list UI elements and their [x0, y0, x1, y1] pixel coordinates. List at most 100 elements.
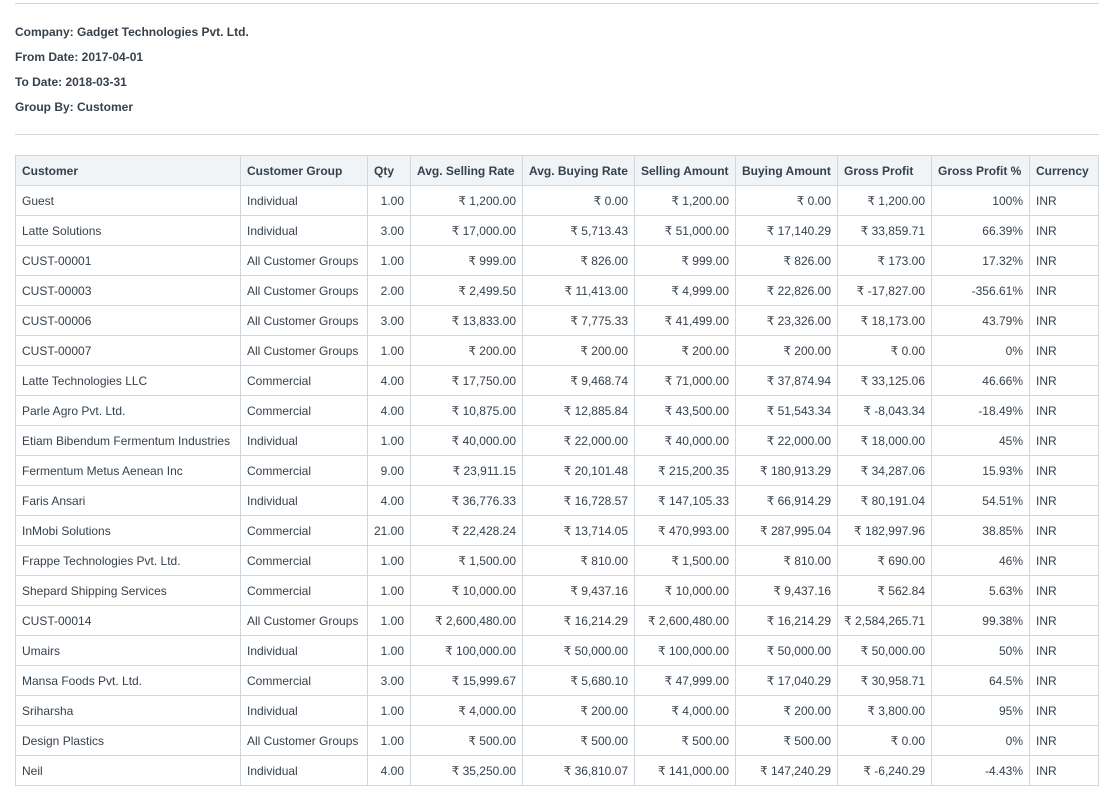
- cell-gross-profit-pct: 64.5%: [931, 665, 1030, 696]
- cell-selling-amount: ₹ 2,600,480.00: [634, 605, 736, 636]
- cell-currency: INR: [1029, 275, 1099, 306]
- cell-avg-selling-rate: ₹ 35,250.00: [410, 755, 523, 786]
- cell-gross-profit: ₹ 690.00: [837, 545, 932, 576]
- cell-currency: INR: [1029, 395, 1099, 426]
- table-row: Latte Technologies LLC Commercial 4.00 ₹ 17…: [15, 365, 1099, 396]
- column-header-gross-profit[interactable]: Gross Profit: [837, 155, 932, 186]
- column-header-avg-selling-rate[interactable]: Avg. Selling Rate: [410, 155, 523, 186]
- cell-gross-profit-pct: -356.61%: [931, 275, 1030, 306]
- cell-avg-buying-rate: ₹ 11,413.00: [522, 275, 635, 306]
- column-header-customer[interactable]: Customer: [15, 155, 241, 186]
- column-header-gross-profit-pct[interactable]: Gross Profit %: [931, 155, 1030, 186]
- table-row: CUST-00003 All Customer Groups 2.00 ₹ 2,499…: [15, 275, 1099, 306]
- cell-currency: INR: [1029, 425, 1099, 456]
- cell-customer-group: Individual: [240, 425, 368, 456]
- column-header-selling-amount[interactable]: Selling Amount: [634, 155, 736, 186]
- cell-selling-amount: ₹ 47,999.00: [634, 665, 736, 696]
- cell-customer: Fermentum Metus Aenean Inc: [15, 455, 241, 486]
- filters-divider: [15, 134, 1099, 135]
- cell-customer: CUST-00001: [15, 245, 241, 276]
- cell-avg-selling-rate: ₹ 13,833.00: [410, 305, 523, 336]
- cell-avg-buying-rate: ₹ 9,437.16: [522, 575, 635, 606]
- table-row: CUST-00007 All Customer Groups 1.00 ₹ 200.0…: [15, 335, 1099, 366]
- cell-gross-profit: ₹ 182,997.96: [837, 515, 932, 546]
- cell-avg-selling-rate: ₹ 100,000.00: [410, 635, 523, 666]
- cell-gross-profit: ₹ 2,584,265.71: [837, 605, 932, 636]
- table-row: Parle Agro Pvt. Ltd. Commercial 4.00 ₹ 10,8…: [15, 395, 1099, 426]
- cell-gross-profit: ₹ 80,191.04: [837, 485, 932, 516]
- table-row: Etiam Bibendum Fermentum Industries Indiv…: [15, 425, 1099, 456]
- cell-gross-profit: ₹ -8,043.34: [837, 395, 932, 426]
- cell-customer-group: Individual: [240, 185, 368, 216]
- cell-customer: Faris Ansari: [15, 485, 241, 516]
- cell-qty: 1.00: [367, 725, 411, 756]
- column-header-avg-buying-rate[interactable]: Avg. Buying Rate: [522, 155, 635, 186]
- cell-avg-buying-rate: ₹ 16,728.57: [522, 485, 635, 516]
- column-header-qty[interactable]: Qty: [367, 155, 411, 186]
- cell-customer-group: All Customer Groups: [240, 275, 368, 306]
- cell-avg-selling-rate: ₹ 22,428.24: [410, 515, 523, 546]
- cell-avg-buying-rate: ₹ 200.00: [522, 695, 635, 726]
- table-row: Design Plastics All Customer Groups 1.00 ₹ …: [15, 725, 1099, 756]
- cell-currency: INR: [1029, 695, 1099, 726]
- cell-currency: INR: [1029, 215, 1099, 246]
- cell-avg-selling-rate: ₹ 17,750.00: [410, 365, 523, 396]
- cell-customer: Latte Technologies LLC: [15, 365, 241, 396]
- cell-avg-buying-rate: ₹ 810.00: [522, 545, 635, 576]
- cell-gross-profit-pct: 0%: [931, 335, 1030, 366]
- cell-gross-profit: ₹ -17,827.00: [837, 275, 932, 306]
- cell-currency: INR: [1029, 575, 1099, 606]
- cell-qty: 1.00: [367, 425, 411, 456]
- cell-avg-buying-rate: ₹ 20,101.48: [522, 455, 635, 486]
- cell-qty: 9.00: [367, 455, 411, 486]
- cell-customer-group: All Customer Groups: [240, 305, 368, 336]
- cell-qty: 3.00: [367, 665, 411, 696]
- cell-currency: INR: [1029, 725, 1099, 756]
- cell-currency: INR: [1029, 605, 1099, 636]
- cell-qty: 1.00: [367, 575, 411, 606]
- table-row: CUST-00001 All Customer Groups 1.00 ₹ 999.0…: [15, 245, 1099, 276]
- cell-selling-amount: ₹ 100,000.00: [634, 635, 736, 666]
- gross-profit-table: Customer Customer Group Qty Avg. Selling Ra…: [15, 155, 1099, 786]
- cell-customer: CUST-00003: [15, 275, 241, 306]
- cell-buying-amount: ₹ 200.00: [735, 695, 838, 726]
- cell-avg-selling-rate: ₹ 10,000.00: [410, 575, 523, 606]
- cell-buying-amount: ₹ 22,826.00: [735, 275, 838, 306]
- cell-selling-amount: ₹ 1,500.00: [634, 545, 736, 576]
- cell-gross-profit-pct: 0%: [931, 725, 1030, 756]
- cell-qty: 4.00: [367, 395, 411, 426]
- cell-gross-profit-pct: 43.79%: [931, 305, 1030, 336]
- cell-qty: 4.00: [367, 485, 411, 516]
- cell-avg-selling-rate: ₹ 1,500.00: [410, 545, 523, 576]
- cell-buying-amount: ₹ 287,995.04: [735, 515, 838, 546]
- cell-currency: INR: [1029, 335, 1099, 366]
- cell-gross-profit-pct: 99.38%: [931, 605, 1030, 636]
- cell-customer-group: Commercial: [240, 455, 368, 486]
- cell-qty: 1.00: [367, 545, 411, 576]
- table-row: Latte Solutions Individual 3.00 ₹ 17,000.00…: [15, 215, 1099, 246]
- cell-avg-selling-rate: ₹ 17,000.00: [410, 215, 523, 246]
- cell-qty: 1.00: [367, 635, 411, 666]
- table-row: Umairs Individual 1.00 ₹ 100,000.00 ₹ 50,000…: [15, 635, 1099, 666]
- cell-buying-amount: ₹ 50,000.00: [735, 635, 838, 666]
- cell-gross-profit: ₹ 3,800.00: [837, 695, 932, 726]
- cell-avg-buying-rate: ₹ 13,714.05: [522, 515, 635, 546]
- column-header-customer-group[interactable]: Customer Group: [240, 155, 368, 186]
- cell-avg-selling-rate: ₹ 4,000.00: [410, 695, 523, 726]
- cell-qty: 2.00: [367, 275, 411, 306]
- cell-avg-selling-rate: ₹ 15,999.67: [410, 665, 523, 696]
- cell-avg-buying-rate: ₹ 200.00: [522, 335, 635, 366]
- cell-gross-profit-pct: 15.93%: [931, 455, 1030, 486]
- cell-avg-selling-rate: ₹ 999.00: [410, 245, 523, 276]
- cell-customer-group: All Customer Groups: [240, 335, 368, 366]
- table-row: InMobi Solutions Commercial 21.00 ₹ 22,428.…: [15, 515, 1099, 546]
- cell-gross-profit: ₹ 562.84: [837, 575, 932, 606]
- cell-customer: Umairs: [15, 635, 241, 666]
- table-row: Fermentum Metus Aenean Inc Commercial 9.00…: [15, 455, 1099, 486]
- cell-customer: Guest: [15, 185, 241, 216]
- cell-customer-group: Individual: [240, 485, 368, 516]
- column-header-buying-amount[interactable]: Buying Amount: [735, 155, 838, 186]
- column-header-currency[interactable]: Currency: [1029, 155, 1099, 186]
- cell-buying-amount: ₹ 66,914.29: [735, 485, 838, 516]
- table-body: Guest Individual 1.00 ₹ 1,200.00 ₹ 0.00 ₹ 1,2…: [15, 185, 1099, 786]
